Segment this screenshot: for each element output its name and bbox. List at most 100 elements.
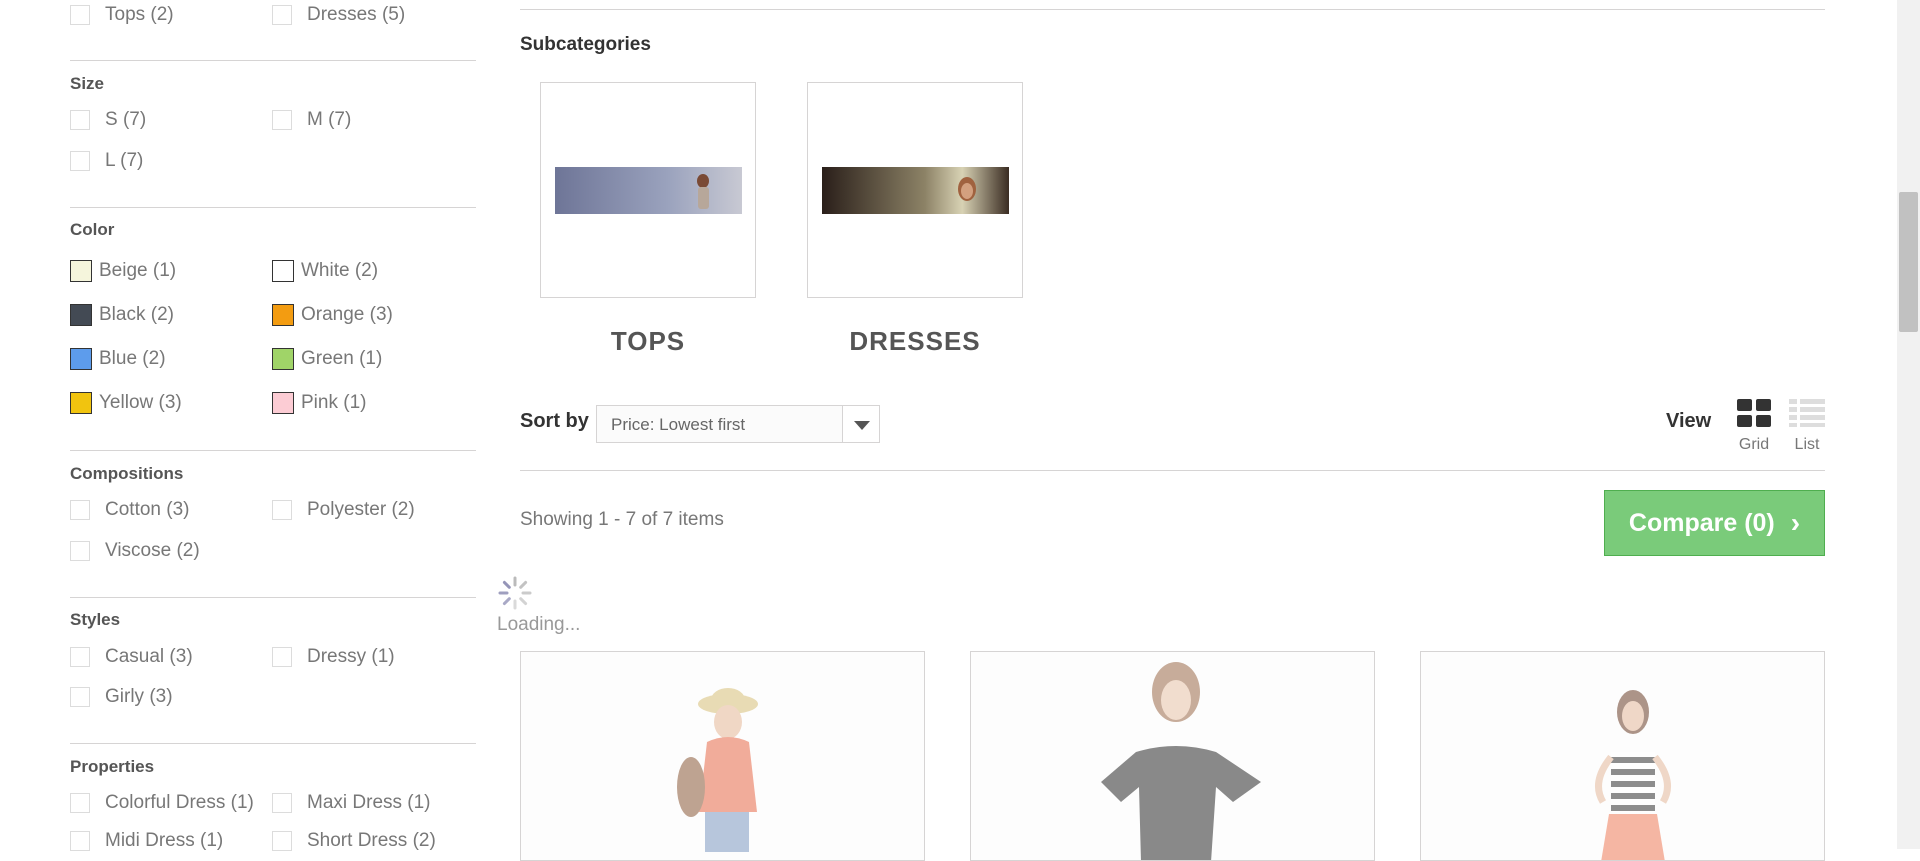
filter-composition-polyester[interactable]: Polyester (2) [272,497,415,523]
subcategory-tops-image[interactable] [540,82,756,298]
product-image [1101,662,1261,860]
loading-spinner-icon [498,576,532,610]
filter-option-label: Black (2) [99,304,174,325]
checkbox[interactable] [70,687,90,707]
filter-color-yellow[interactable]: Yellow (3) [70,390,182,416]
filter-option-label: Girly (3) [105,686,173,707]
filter-category-dresses[interactable]: Dresses (5) [272,2,405,28]
checkbox[interactable] [70,647,90,667]
checkbox[interactable] [272,500,292,520]
filter-color-white[interactable]: White (2) [272,258,378,284]
filter-option-label: S (7) [105,109,147,130]
divider [70,60,476,61]
color-swatch[interactable] [272,260,294,282]
filter-group-title-compositions: Compositions [70,464,184,483]
subcategory-dresses-link[interactable]: DRESSES [807,326,1023,357]
filter-group-title-styles: Styles [70,610,121,629]
checkbox[interactable] [272,831,292,851]
filter-size-m[interactable]: M (7) [272,107,351,133]
chevron-right-icon: › [1790,507,1801,538]
filter-size-s[interactable]: S (7) [70,107,146,133]
filter-option-label: Colorful Dress (1) [105,792,254,813]
filter-composition-viscose[interactable]: Viscose (2) [70,538,200,564]
filter-group-title-size: Size [70,74,105,93]
product-card[interactable] [970,651,1375,861]
color-swatch[interactable] [70,260,92,282]
subcategory-dresses-banner [822,167,1009,214]
filter-group-title-properties: Properties [70,757,155,776]
sort-label: Sort by [520,410,589,432]
checkbox[interactable] [70,793,90,813]
filter-option-label: Casual (3) [105,646,193,667]
checkbox[interactable] [70,831,90,851]
scrollbar-thumb[interactable] [1899,192,1918,332]
product-card[interactable] [1420,651,1825,861]
filter-group-title-color: Color [70,220,115,239]
checkbox[interactable] [272,5,292,25]
compare-button[interactable]: Compare (0) › [1604,490,1825,556]
sort-selected-value: Price: Lowest first [611,415,746,434]
color-swatch[interactable] [70,304,92,326]
color-swatch[interactable] [272,392,294,414]
filter-option-label: M (7) [307,109,352,130]
filter-property-maxi-dress[interactable]: Maxi Dress (1) [272,790,431,816]
checkbox[interactable] [272,793,292,813]
subcategory-tops-link[interactable]: TOPS [540,326,756,357]
view-list-button[interactable]: List [1787,399,1827,454]
divider [70,597,476,598]
filter-color-orange[interactable]: Orange (3) [272,302,393,328]
scrollbar-track[interactable] [1897,0,1920,849]
product-card[interactable] [520,651,925,861]
product-image [677,688,758,852]
filter-option-label: Tops (2) [105,4,174,25]
view-grid-label: Grid [1738,436,1770,453]
list-icon [1789,399,1825,427]
divider [70,743,476,744]
checkbox[interactable] [70,151,90,171]
chevron-down-icon[interactable] [842,406,879,442]
checkbox[interactable] [272,647,292,667]
subcategories-heading: Subcategories [520,34,651,55]
divider [520,470,1825,471]
color-swatch[interactable] [70,392,92,414]
filter-color-beige[interactable]: Beige (1) [70,258,176,284]
filter-property-colorful-dress[interactable]: Colorful Dress (1) [70,790,254,816]
color-swatch[interactable] [272,348,294,370]
compare-button-label: Compare (0) [1628,508,1775,537]
filter-color-blue[interactable]: Blue (2) [70,346,166,372]
filter-size-l[interactable]: L (7) [70,148,143,174]
filter-style-dressy[interactable]: Dressy (1) [272,644,395,670]
filter-option-label: Cotton (3) [105,499,190,520]
checkbox[interactable] [70,5,90,25]
filter-option-label: Maxi Dress (1) [307,792,431,813]
filter-option-label: Beige (1) [99,260,177,281]
filter-option-label: Yellow (3) [99,392,182,413]
divider [520,9,1825,10]
filter-option-label: Blue (2) [99,348,166,369]
subcategory-dresses-image[interactable] [807,82,1023,298]
grid-icon [1737,399,1771,427]
color-swatch[interactable] [272,304,294,326]
checkbox[interactable] [272,110,292,130]
view-grid-button[interactable]: Grid [1734,399,1774,454]
color-swatch[interactable] [70,348,92,370]
filter-option-label: Viscose (2) [105,540,200,561]
results-count: Showing 1 - 7 of 7 items [520,509,724,530]
filter-style-casual[interactable]: Casual (3) [70,644,193,670]
filter-category-tops[interactable]: Tops (2) [70,2,174,28]
loading-label: Loading... [497,614,581,635]
sort-select[interactable]: Price: Lowest first [596,405,880,443]
filter-color-pink[interactable]: Pink (1) [272,390,366,416]
filter-color-green[interactable]: Green (1) [272,346,382,372]
filter-property-midi-dress[interactable]: Midi Dress (1) [70,828,223,854]
filter-option-label: Dresses (5) [307,4,406,25]
filter-property-short-dress[interactable]: Short Dress (2) [272,828,436,854]
checkbox[interactable] [70,541,90,561]
filter-style-girly[interactable]: Girly (3) [70,684,173,710]
checkbox[interactable] [70,110,90,130]
filter-composition-cotton[interactable]: Cotton (3) [70,497,189,523]
filter-color-black[interactable]: Black (2) [70,302,174,328]
product-image [1595,690,1671,860]
divider [70,450,476,451]
checkbox[interactable] [70,500,90,520]
